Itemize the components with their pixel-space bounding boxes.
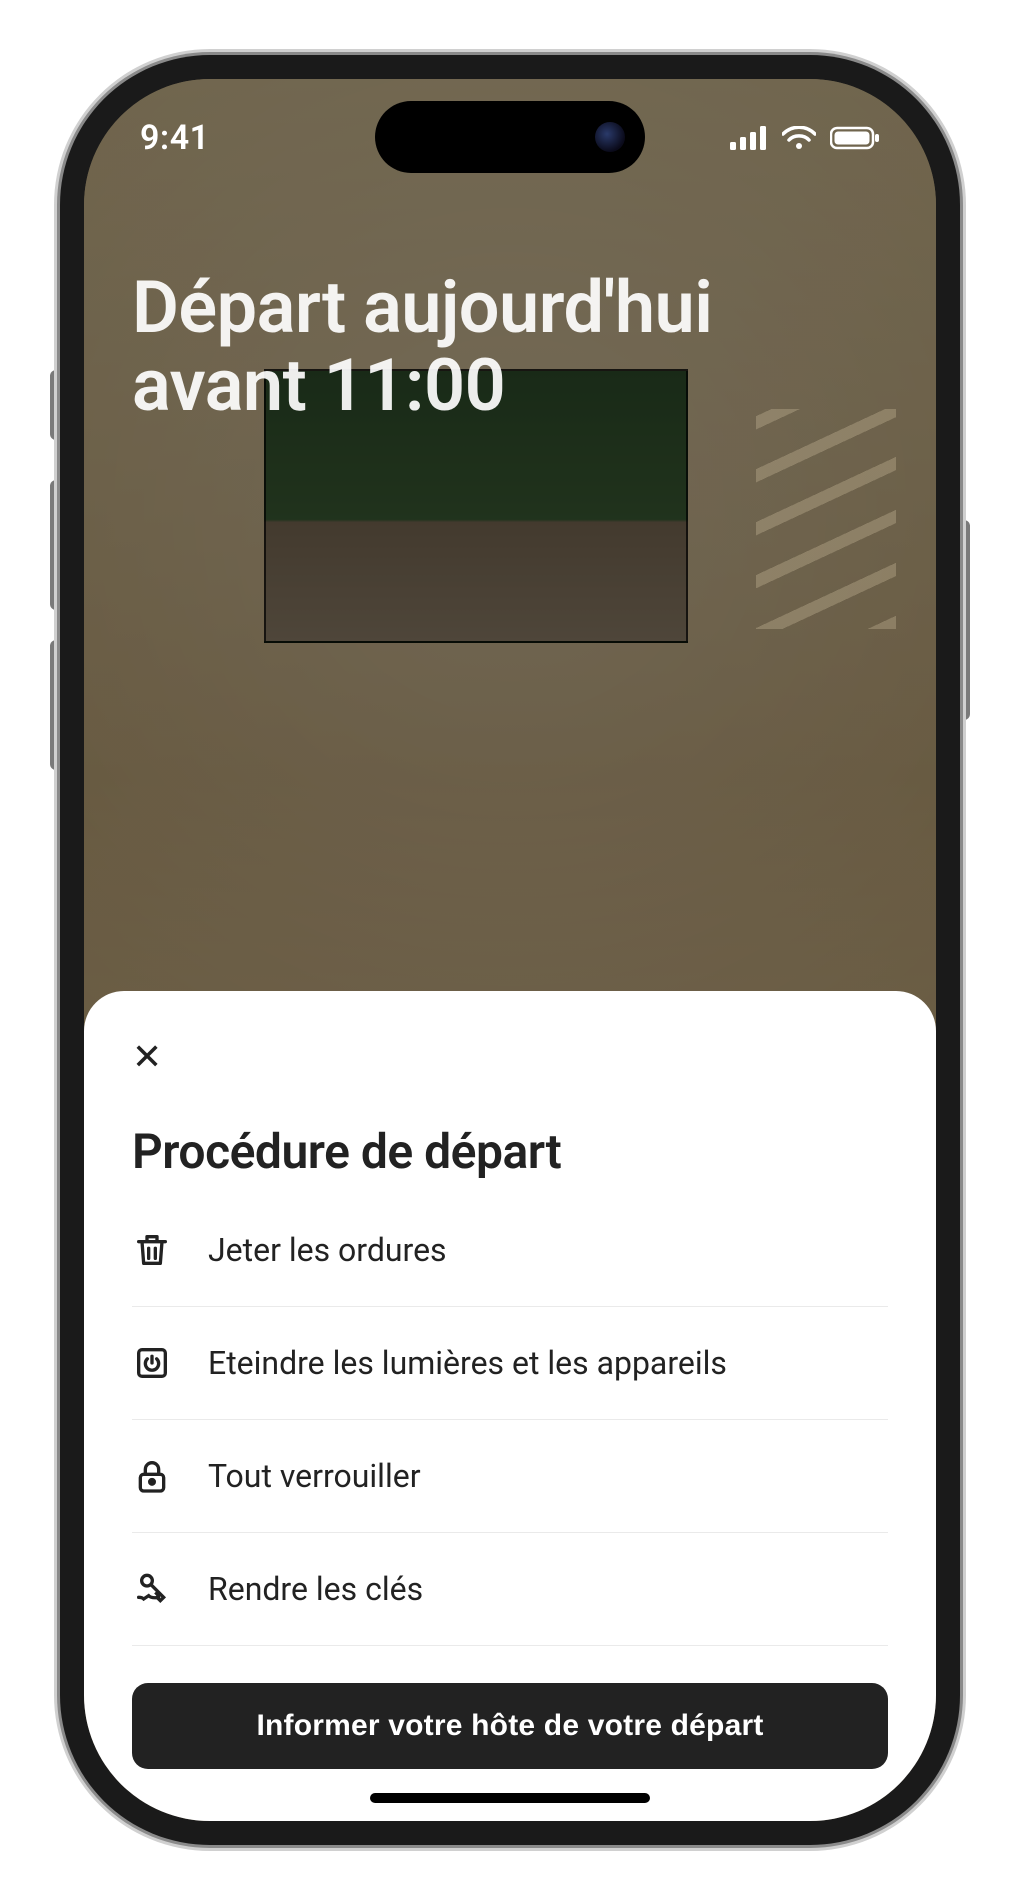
cellular-icon [730, 126, 768, 150]
notify-host-button[interactable]: Informer votre hôte de votre départ [132, 1683, 888, 1769]
trash-icon [132, 1230, 172, 1270]
checklist-item-label: Tout verrouiller [208, 1457, 421, 1495]
power-icon [132, 1343, 172, 1383]
status-indicators [730, 126, 880, 150]
status-time: 9:41 [140, 118, 210, 158]
checkout-checklist: Jeter les ordures Eteindre les lumières … [132, 1230, 888, 1646]
keys-icon [132, 1569, 172, 1609]
battery-icon [830, 126, 880, 150]
phone-screen: 9:41 [84, 79, 936, 1821]
dynamic-island [375, 101, 645, 173]
checklist-item-keys[interactable]: Rendre les clés [132, 1533, 888, 1646]
checklist-item-label: Rendre les clés [208, 1570, 423, 1608]
checklist-item-power[interactable]: Eteindre les lumières et les appareils [132, 1307, 888, 1420]
close-icon[interactable]: ✕ [132, 1039, 162, 1075]
checklist-item-lock[interactable]: Tout verrouiller [132, 1420, 888, 1533]
checklist-item-label: Jeter les ordures [208, 1231, 447, 1269]
checkout-sheet: ✕ Procédure de départ Jeter les ordures … [84, 991, 936, 1821]
wifi-icon [782, 126, 816, 150]
lock-icon [132, 1456, 172, 1496]
hero-heading: Départ aujourd'hui avant 11:00 [132, 269, 888, 425]
device-mockup: 9:41 [0, 0, 1020, 1894]
home-indicator[interactable] [370, 1793, 650, 1803]
phone-frame: 9:41 [60, 55, 960, 1845]
checklist-item-label: Eteindre les lumières et les appareils [208, 1344, 727, 1382]
sheet-title: Procédure de départ [132, 1123, 888, 1180]
checklist-item-trash[interactable]: Jeter les ordures [132, 1230, 888, 1307]
